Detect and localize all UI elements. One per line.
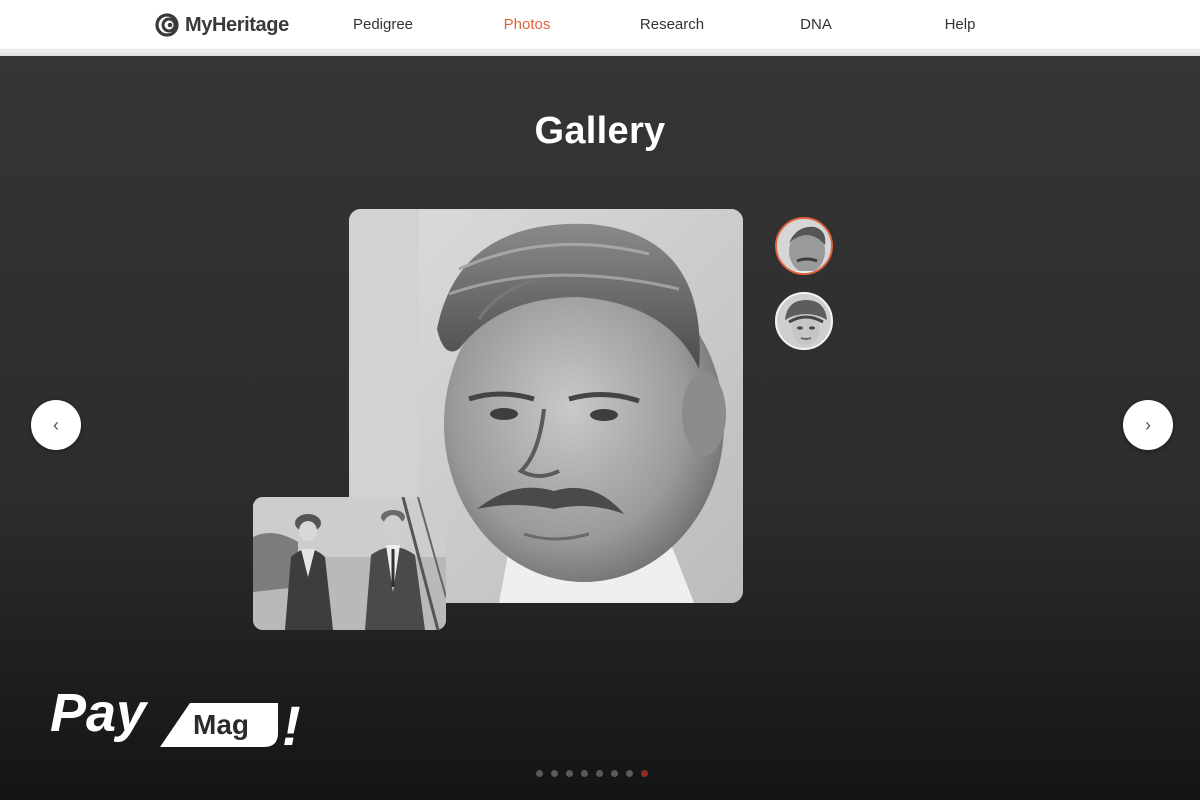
pagination-dot[interactable] bbox=[566, 770, 573, 777]
paymag-logo-icon: Pay Mag ! bbox=[50, 683, 301, 757]
nav-item-dna[interactable]: DNA bbox=[800, 16, 832, 33]
carousel-pagination bbox=[536, 770, 648, 777]
chevron-right-icon: › bbox=[1145, 414, 1151, 435]
thumbnail-man[interactable] bbox=[775, 217, 833, 275]
pagination-dot[interactable] bbox=[596, 770, 603, 777]
chevron-left-icon: ‹ bbox=[53, 414, 59, 435]
paymag-mark: ! bbox=[282, 694, 301, 753]
pagination-dot[interactable] bbox=[626, 770, 633, 777]
pagination-dot[interactable] bbox=[581, 770, 588, 777]
thumbnail-woman[interactable] bbox=[775, 292, 833, 350]
pagination-dot[interactable] bbox=[641, 770, 648, 777]
original-photo-inset[interactable] bbox=[253, 497, 446, 630]
pagination-dot[interactable] bbox=[611, 770, 618, 777]
nav-item-photos[interactable]: Photos bbox=[504, 16, 551, 33]
nav-item-help[interactable]: Help bbox=[945, 16, 976, 33]
previous-arrow-button[interactable]: ‹ bbox=[31, 400, 81, 450]
nav-item-research[interactable]: Research bbox=[640, 16, 704, 33]
pagination-dot[interactable] bbox=[551, 770, 558, 777]
nav-item-pedigree[interactable]: Pedigree bbox=[353, 16, 413, 33]
gallery-title: Gallery bbox=[534, 110, 666, 152]
pagination-dot[interactable] bbox=[536, 770, 543, 777]
main-nav: Pedigree Photos Research DNA Help bbox=[0, 0, 1200, 50]
couple-photo-illustration bbox=[253, 497, 446, 630]
paymag-word-1: Pay bbox=[50, 683, 149, 743]
next-arrow-button[interactable]: › bbox=[1123, 400, 1173, 450]
top-navigation-bar: MyHeritage Pedigree Photos Research DNA … bbox=[0, 0, 1200, 50]
paymag-word-2: Mag bbox=[193, 709, 249, 740]
paymag-watermark-logo: Pay Mag ! bbox=[50, 683, 310, 757]
